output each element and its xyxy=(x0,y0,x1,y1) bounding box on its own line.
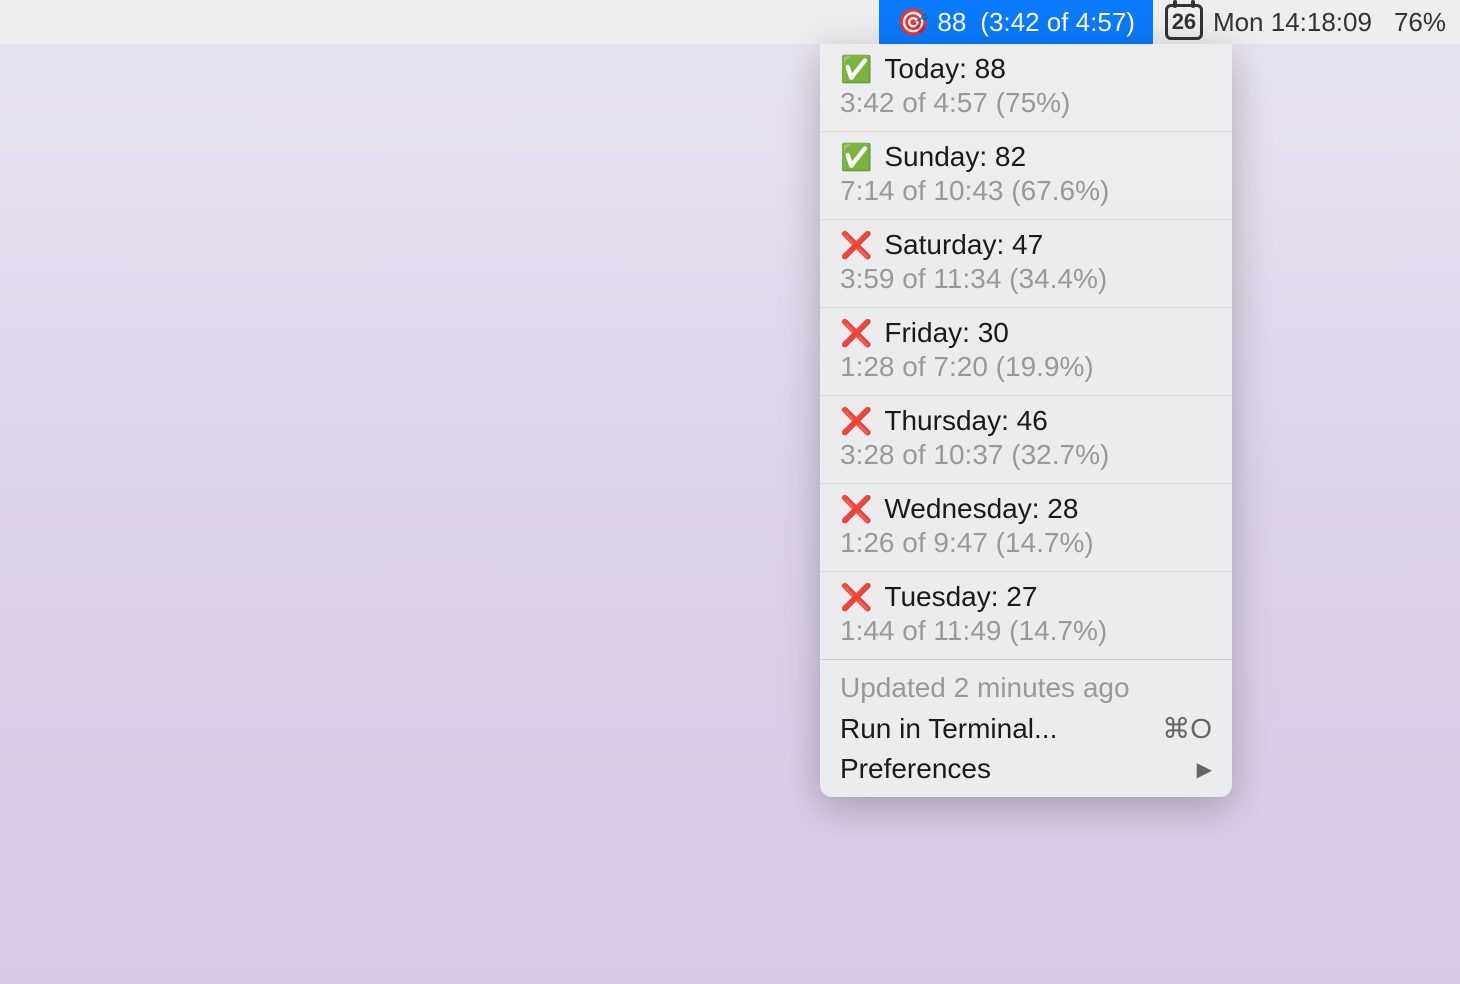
day-label: Thursday: 46 xyxy=(884,405,1047,437)
day-detail: 1:26 of 9:47 (14.7%) xyxy=(840,527,1212,559)
day-detail: 1:28 of 7:20 (19.9%) xyxy=(840,351,1212,383)
menubar-day-time: Mon 14:18:09 xyxy=(1213,7,1372,38)
target-icon: 🎯 xyxy=(897,7,929,38)
menubar-datetime[interactable]: 26 Mon 14:18:09 xyxy=(1153,0,1384,44)
day-title: ❌ Friday: 30 xyxy=(840,317,1212,349)
dropdown-menu: ✅Today: 883:42 of 4:57 (75%)✅Sunday: 827… xyxy=(820,44,1232,797)
day-item[interactable]: ✅ Sunday: 827:14 of 10:43 (67.6%) xyxy=(820,132,1232,220)
day-label: Saturday: 47 xyxy=(884,229,1043,261)
checkmark-icon: ✅ xyxy=(840,54,872,85)
updated-status: Updated 2 minutes ago xyxy=(820,668,1232,708)
checkmark-icon: ✅ xyxy=(840,142,872,173)
day-detail: 3:42 of 4:57 (75%) xyxy=(840,87,1212,119)
crossmark-icon: ❌ xyxy=(840,230,872,261)
day-label: Friday: 30 xyxy=(884,317,1009,349)
day-item[interactable]: ❌ Friday: 301:28 of 7:20 (19.9%) xyxy=(820,308,1232,396)
calendar-icon: 26 xyxy=(1165,4,1203,40)
menubar-time-progress: (3:42 of 4:57) xyxy=(980,7,1135,38)
preferences-menuitem[interactable]: Preferences ▶ xyxy=(820,749,1232,789)
day-detail: 1:44 of 11:49 (14.7%) xyxy=(840,615,1212,647)
submenu-arrow-icon: ▶ xyxy=(1197,757,1212,782)
day-title: ❌ Tuesday: 27 xyxy=(840,581,1212,613)
day-label: Tuesday: 27 xyxy=(884,581,1037,613)
day-title: ✅ Sunday: 82 xyxy=(840,141,1212,173)
menubar-score: 88 xyxy=(937,7,966,38)
crossmark-icon: ❌ xyxy=(840,494,872,525)
day-label: Today: 88 xyxy=(884,53,1005,85)
crossmark-icon: ❌ xyxy=(840,582,872,613)
day-detail: 3:28 of 10:37 (32.7%) xyxy=(840,439,1212,471)
menubar: 🎯 88 (3:42 of 4:57) 26 Mon 14:18:09 76% xyxy=(0,0,1460,44)
run-terminal-menuitem[interactable]: Run in Terminal... ⌘O xyxy=(820,708,1232,749)
dropdown-footer: Updated 2 minutes ago Run in Terminal...… xyxy=(820,659,1232,789)
day-item[interactable]: ✅ Today: 883:42 of 4:57 (75%) xyxy=(820,44,1232,132)
day-item[interactable]: ❌ Tuesday: 271:44 of 11:49 (14.7%) xyxy=(820,572,1232,659)
day-detail: 7:14 of 10:43 (67.6%) xyxy=(840,175,1212,207)
run-terminal-label: Run in Terminal... xyxy=(840,713,1057,745)
day-title: ✅ Today: 88 xyxy=(840,53,1212,85)
day-title: ❌ Thursday: 46 xyxy=(840,405,1212,437)
crossmark-icon: ❌ xyxy=(840,406,872,437)
run-terminal-shortcut: ⌘O xyxy=(1162,712,1212,745)
day-detail: 3:59 of 11:34 (34.4%) xyxy=(840,263,1212,295)
day-title: ❌ Wednesday: 28 xyxy=(840,493,1212,525)
menubar-app-status[interactable]: 🎯 88 (3:42 of 4:57) xyxy=(879,0,1153,44)
day-item[interactable]: ❌ Wednesday: 281:26 of 9:47 (14.7%) xyxy=(820,484,1232,572)
battery-percentage: 76% xyxy=(1394,7,1446,38)
day-label: Wednesday: 28 xyxy=(884,493,1078,525)
day-item[interactable]: ❌ Saturday: 473:59 of 11:34 (34.4%) xyxy=(820,220,1232,308)
day-label: Sunday: 82 xyxy=(884,141,1026,173)
preferences-label: Preferences xyxy=(840,753,991,785)
day-title: ❌ Saturday: 47 xyxy=(840,229,1212,261)
day-item[interactable]: ❌ Thursday: 463:28 of 10:37 (32.7%) xyxy=(820,396,1232,484)
menubar-battery[interactable]: 76% xyxy=(1384,0,1456,44)
crossmark-icon: ❌ xyxy=(840,318,872,349)
